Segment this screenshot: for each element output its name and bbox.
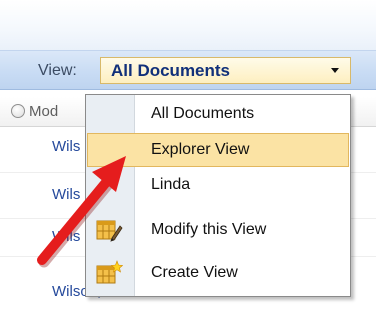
- view-toolbar: View: All Documents: [0, 50, 376, 90]
- menu-item-label: Explorer View: [151, 141, 250, 158]
- page-header-band: [0, 0, 376, 50]
- radio-icon[interactable]: [11, 104, 25, 118]
- menu-item-label: Modify this View: [151, 221, 267, 238]
- menu-item-all-documents[interactable]: All Documents: [87, 97, 349, 131]
- view-selector-value: All Documents: [111, 61, 231, 80]
- red-arrow-annotation: [37, 156, 126, 268]
- column-header-modified[interactable]: Mod: [29, 103, 58, 120]
- view-selector-dropdown[interactable]: All Documents: [100, 57, 351, 84]
- menu-item-label: Linda: [151, 176, 191, 193]
- view-label: View:: [38, 62, 77, 79]
- menu-item-label: Create View: [151, 264, 238, 281]
- dropdown-arrow-icon[interactable]: [331, 68, 339, 73]
- menu-item-label: All Documents: [151, 105, 255, 122]
